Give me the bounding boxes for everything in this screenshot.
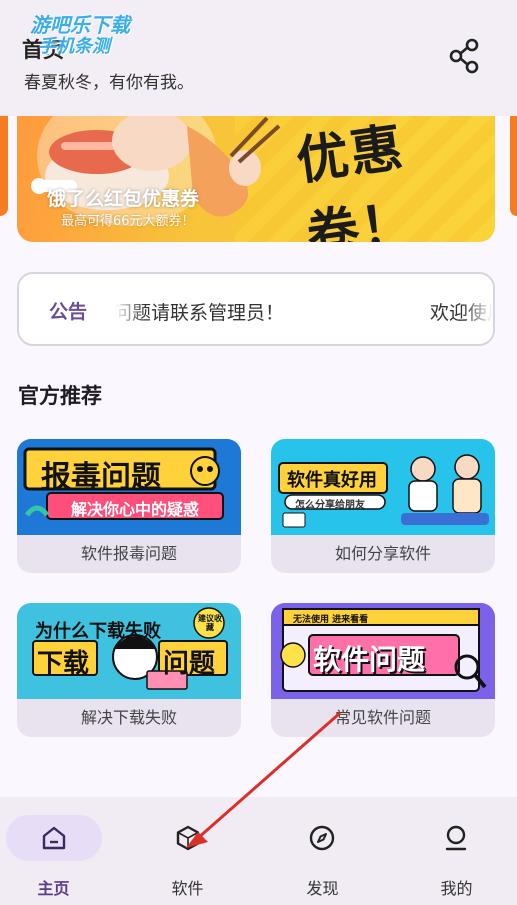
- card-image-subtitle: 怎么分享给朋友: [295, 500, 365, 511]
- card-caption: 解决下载失败: [80, 708, 177, 727]
- nav-label: 软件: [171, 879, 204, 898]
- compass-icon: [309, 825, 335, 851]
- card-caption: 如何分享软件: [334, 544, 431, 563]
- top-app-bar: 首页 春夏秋冬，有你有我。 游吧乐下载 手机条测: [0, 0, 517, 116]
- watermark-line2: 手机条测: [38, 36, 110, 57]
- banner-headline: 优惠卷！: [292, 117, 419, 242]
- watermark-logo: 游吧乐下载 手机条测: [30, 14, 160, 58]
- banner-title: 饿了么红包优惠券: [47, 188, 200, 210]
- page-subtitle: 春夏秋冬，有你有我。: [24, 73, 194, 93]
- nav-label: 发现: [306, 879, 339, 898]
- announcement-bar[interactable]: 公告 问题请联系管理员！ 欢迎使用: [17, 272, 495, 346]
- nav-item-home[interactable]: 主页: [0, 797, 129, 905]
- home-icon: [42, 826, 66, 850]
- banner-subtitle: 最高可得66元大额券！: [61, 214, 195, 229]
- card-caption: 常见软件问题: [334, 708, 431, 727]
- nav-item-software[interactable]: 软件: [123, 797, 252, 905]
- recommend-card-download-failed[interactable]: 为什么下载失败 下载 问题 建议收藏 解决下载失败: [17, 603, 241, 737]
- banner-prev-peek: [0, 116, 8, 216]
- nav-label: 我的: [440, 879, 473, 898]
- nav-item-mine[interactable]: 我的: [388, 797, 517, 905]
- promo-banner[interactable]: 饿了么红包优惠券 最高可得66元大额券！ 优惠卷！: [17, 116, 495, 242]
- card-image-title2: 问题: [163, 649, 216, 679]
- marquee-fade-left: [115, 274, 145, 344]
- card-image: 为什么下载失败 下载 问题 建议收藏: [17, 603, 241, 699]
- bottom-navigation: 主页 软件 发现 我的: [0, 797, 517, 905]
- card-image: 无法使用 进来看看 软件问题: [271, 603, 495, 699]
- cube-icon: [176, 825, 200, 851]
- card-image-title: 报毒问题: [41, 460, 161, 495]
- announcement-marquee: 问题请联系管理员！ 欢迎使用: [115, 274, 493, 344]
- card-caption: 软件报毒问题: [80, 544, 177, 563]
- announcement-label: 公告: [49, 301, 88, 323]
- recommend-card-virus-report[interactable]: 报毒问题 解决你心中的疑惑 软件报毒问题: [17, 439, 241, 573]
- recommend-card-share[interactable]: 软件真好用 怎么分享给朋友 如何分享软件: [271, 439, 495, 573]
- card-image-title: 软件真好用: [287, 470, 377, 491]
- card-image-title: 软件问题: [313, 643, 426, 676]
- person-icon: [445, 825, 467, 851]
- section-title: 官方推荐: [18, 384, 102, 408]
- card-image-top: 无法使用 进来看看: [293, 615, 369, 625]
- nav-item-discover[interactable]: 发现: [258, 797, 387, 905]
- watermark-line1: 游吧乐下载: [30, 13, 130, 37]
- card-image-subtitle: 解决你心中的疑惑: [71, 500, 200, 519]
- card-image-top: 为什么下载失败: [35, 621, 161, 642]
- share-icon: [449, 38, 479, 74]
- app-screen: 首页 春夏秋冬，有你有我。 游吧乐下载 手机条测 饿了么红包优惠券 最高可得66…: [0, 0, 517, 905]
- card-image-title: 下载: [37, 649, 90, 679]
- share-button[interactable]: [446, 36, 486, 76]
- banner-next-peek: [510, 116, 517, 216]
- nav-label: 主页: [37, 879, 70, 898]
- card-image-badge: 建议收藏: [198, 614, 222, 632]
- recommend-card-common-issues[interactable]: 无法使用 进来看看 软件问题 常见软件问题: [271, 603, 495, 737]
- marquee-fade-right: [463, 274, 493, 344]
- card-image: 软件真好用 怎么分享给朋友: [271, 439, 495, 535]
- card-image: 报毒问题 解决你心中的疑惑: [17, 439, 241, 535]
